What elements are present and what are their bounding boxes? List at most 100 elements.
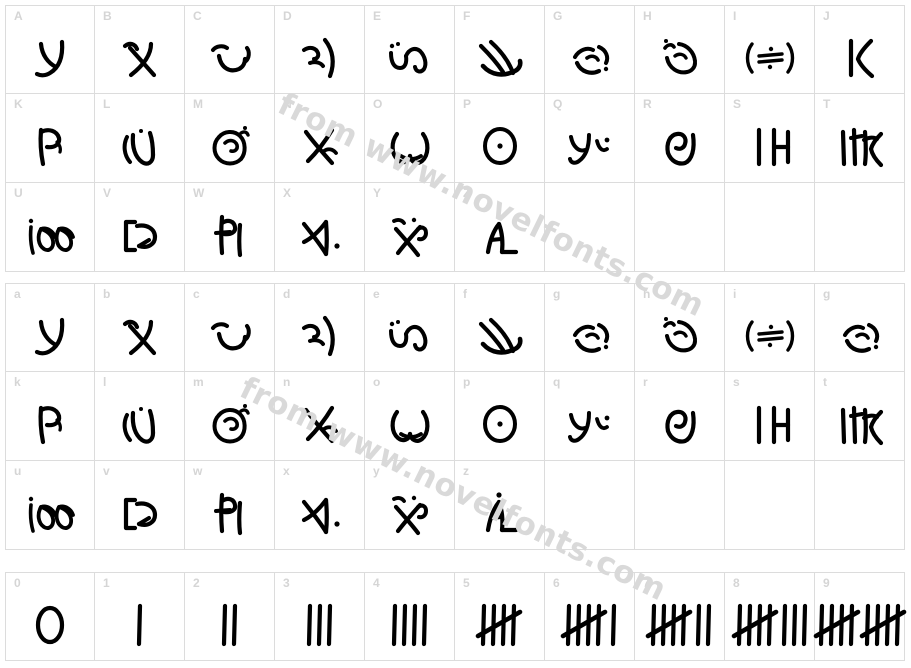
glyph-cell-label: C — [193, 9, 202, 23]
glyph-cell[interactable]: p — [455, 372, 545, 461]
glyph-cell[interactable]: Q — [545, 94, 635, 183]
glyph-cell[interactable]: C — [185, 5, 275, 94]
glyph-cell-label: W — [193, 186, 205, 200]
glyph-cell[interactable]: d — [275, 283, 365, 372]
glyph-row: K L M N O P Q R S T — [5, 94, 905, 183]
glyph-cell[interactable]: m — [185, 372, 275, 461]
glyph-cell[interactable]: l — [95, 372, 185, 461]
glyph-cell-label: 6 — [553, 576, 560, 590]
glyph-cell-label: e — [373, 287, 380, 301]
glyph-cell[interactable]: 1 — [95, 572, 185, 661]
glyph-cell[interactable]: z — [455, 461, 545, 550]
glyph-drawing — [455, 388, 544, 460]
glyph-cell[interactable]: 3 — [275, 572, 365, 661]
glyph-cell[interactable]: o — [365, 372, 455, 461]
glyph-cell[interactable]: f — [455, 283, 545, 372]
glyph-cell[interactable]: 6 — [545, 572, 635, 661]
glyph-cell-label: B — [103, 9, 112, 23]
glyph-drawing — [6, 110, 94, 182]
glyph-cell[interactable]: W — [185, 183, 275, 272]
glyph-cell[interactable]: a — [5, 283, 95, 372]
glyph-cell[interactable]: u — [5, 461, 95, 550]
glyph-cell[interactable]: F — [455, 5, 545, 94]
glyph-cell[interactable]: K — [5, 94, 95, 183]
glyph-cell[interactable]: x — [275, 461, 365, 550]
glyph-drawing — [365, 388, 454, 460]
glyph-drawing — [6, 477, 94, 549]
glyph-drawing — [95, 110, 184, 182]
glyph-cell[interactable]: M — [185, 94, 275, 183]
glyph-row: 0 1 2 3 4 5 6 7 8 9 — [5, 572, 906, 661]
glyph-cell-label: 3 — [283, 576, 290, 590]
glyph-cell[interactable]: J — [815, 5, 905, 94]
glyph-cell[interactable]: A — [5, 5, 95, 94]
glyph-cell[interactable]: S — [725, 94, 815, 183]
glyph-cell[interactable]: 2 — [185, 572, 275, 661]
glyph-cell[interactable]: 0 — [5, 572, 95, 661]
glyph-cell[interactable]: g — [815, 283, 905, 372]
glyph-row: A B C D E F G H I J — [5, 5, 905, 94]
glyph-cell[interactable]: U — [5, 183, 95, 272]
glyph-cell[interactable]: L — [95, 94, 185, 183]
glyph-cell[interactable]: t — [815, 372, 905, 461]
glyph-cell[interactable]: h — [635, 283, 725, 372]
glyph-cell[interactable]: N — [275, 94, 365, 183]
glyph-cell-label: X — [283, 186, 292, 200]
glyph-cell[interactable]: r — [635, 372, 725, 461]
glyph-cell[interactable]: q — [545, 372, 635, 461]
glyph-cell-label: V — [103, 186, 112, 200]
glyph-cell-label: o — [373, 375, 381, 389]
glyph-cell[interactable]: H — [635, 5, 725, 94]
glyph-section-lowercase: a b c d e f g h i g k l m n o p q r s t u v w x y z — [5, 283, 905, 550]
glyph-cell[interactable]: k — [5, 372, 95, 461]
glyph-drawing — [455, 22, 544, 93]
glyph-cell-label: M — [193, 97, 204, 111]
glyph-cell[interactable]: Y — [365, 183, 455, 272]
glyph-cell[interactable]: y — [365, 461, 455, 550]
glyph-cell[interactable]: D — [275, 5, 365, 94]
glyph-cell[interactable]: i — [725, 283, 815, 372]
glyph-cell-label: g — [823, 287, 831, 301]
glyph-cell[interactable]: c — [185, 283, 275, 372]
glyph-cell[interactable]: O — [365, 94, 455, 183]
glyph-cell[interactable]: e — [365, 283, 455, 372]
glyph-cell[interactable]: V — [95, 183, 185, 272]
glyph-cell[interactable]: T — [815, 94, 905, 183]
glyph-cell[interactable]: E — [365, 5, 455, 94]
glyph-drawing — [6, 199, 94, 271]
glyph-cell[interactable]: P — [455, 94, 545, 183]
glyph-cell[interactable]: X — [275, 183, 365, 272]
glyph-cell[interactable]: v — [95, 461, 185, 550]
glyph-drawing — [185, 300, 274, 371]
glyph-cell[interactable]: s — [725, 372, 815, 461]
glyph-cell[interactable]: w — [185, 461, 275, 550]
glyph-cell[interactable]: 4 — [365, 572, 455, 661]
glyph-drawing — [545, 388, 634, 460]
glyph-cell-label: c — [193, 287, 200, 301]
glyph-cell[interactable]: 7 — [635, 572, 725, 661]
glyph-cell[interactable]: G — [545, 5, 635, 94]
glyph-cell[interactable]: 9 — [813, 572, 906, 661]
glyph-cell-label: d — [283, 287, 291, 301]
glyph-cell[interactable]: b — [95, 283, 185, 372]
glyph-cell[interactable]: I — [725, 5, 815, 94]
glyph-drawing — [545, 110, 634, 182]
glyph-cell[interactable]: 5 — [455, 572, 545, 661]
glyph-cell-label: k — [14, 375, 21, 389]
glyph-drawing — [815, 477, 904, 549]
glyph-drawing — [455, 110, 544, 182]
glyph-drawing — [813, 589, 906, 660]
glyph-cell[interactable]: n — [275, 372, 365, 461]
glyph-drawing — [455, 199, 544, 271]
glyph-drawing — [95, 388, 184, 460]
glyph-cell[interactable]: B — [95, 5, 185, 94]
glyph-cell[interactable]: R — [635, 94, 725, 183]
glyph-cell[interactable]: g — [545, 283, 635, 372]
glyph-drawing — [365, 199, 454, 271]
glyph-cell-label: i — [733, 287, 737, 301]
glyph-drawing — [365, 477, 454, 549]
glyph-drawing — [185, 199, 274, 271]
glyph-cell-empty — [815, 183, 905, 272]
glyph-cell[interactable]: Z — [455, 183, 545, 272]
glyph-cell[interactable]: 8 — [725, 572, 815, 661]
